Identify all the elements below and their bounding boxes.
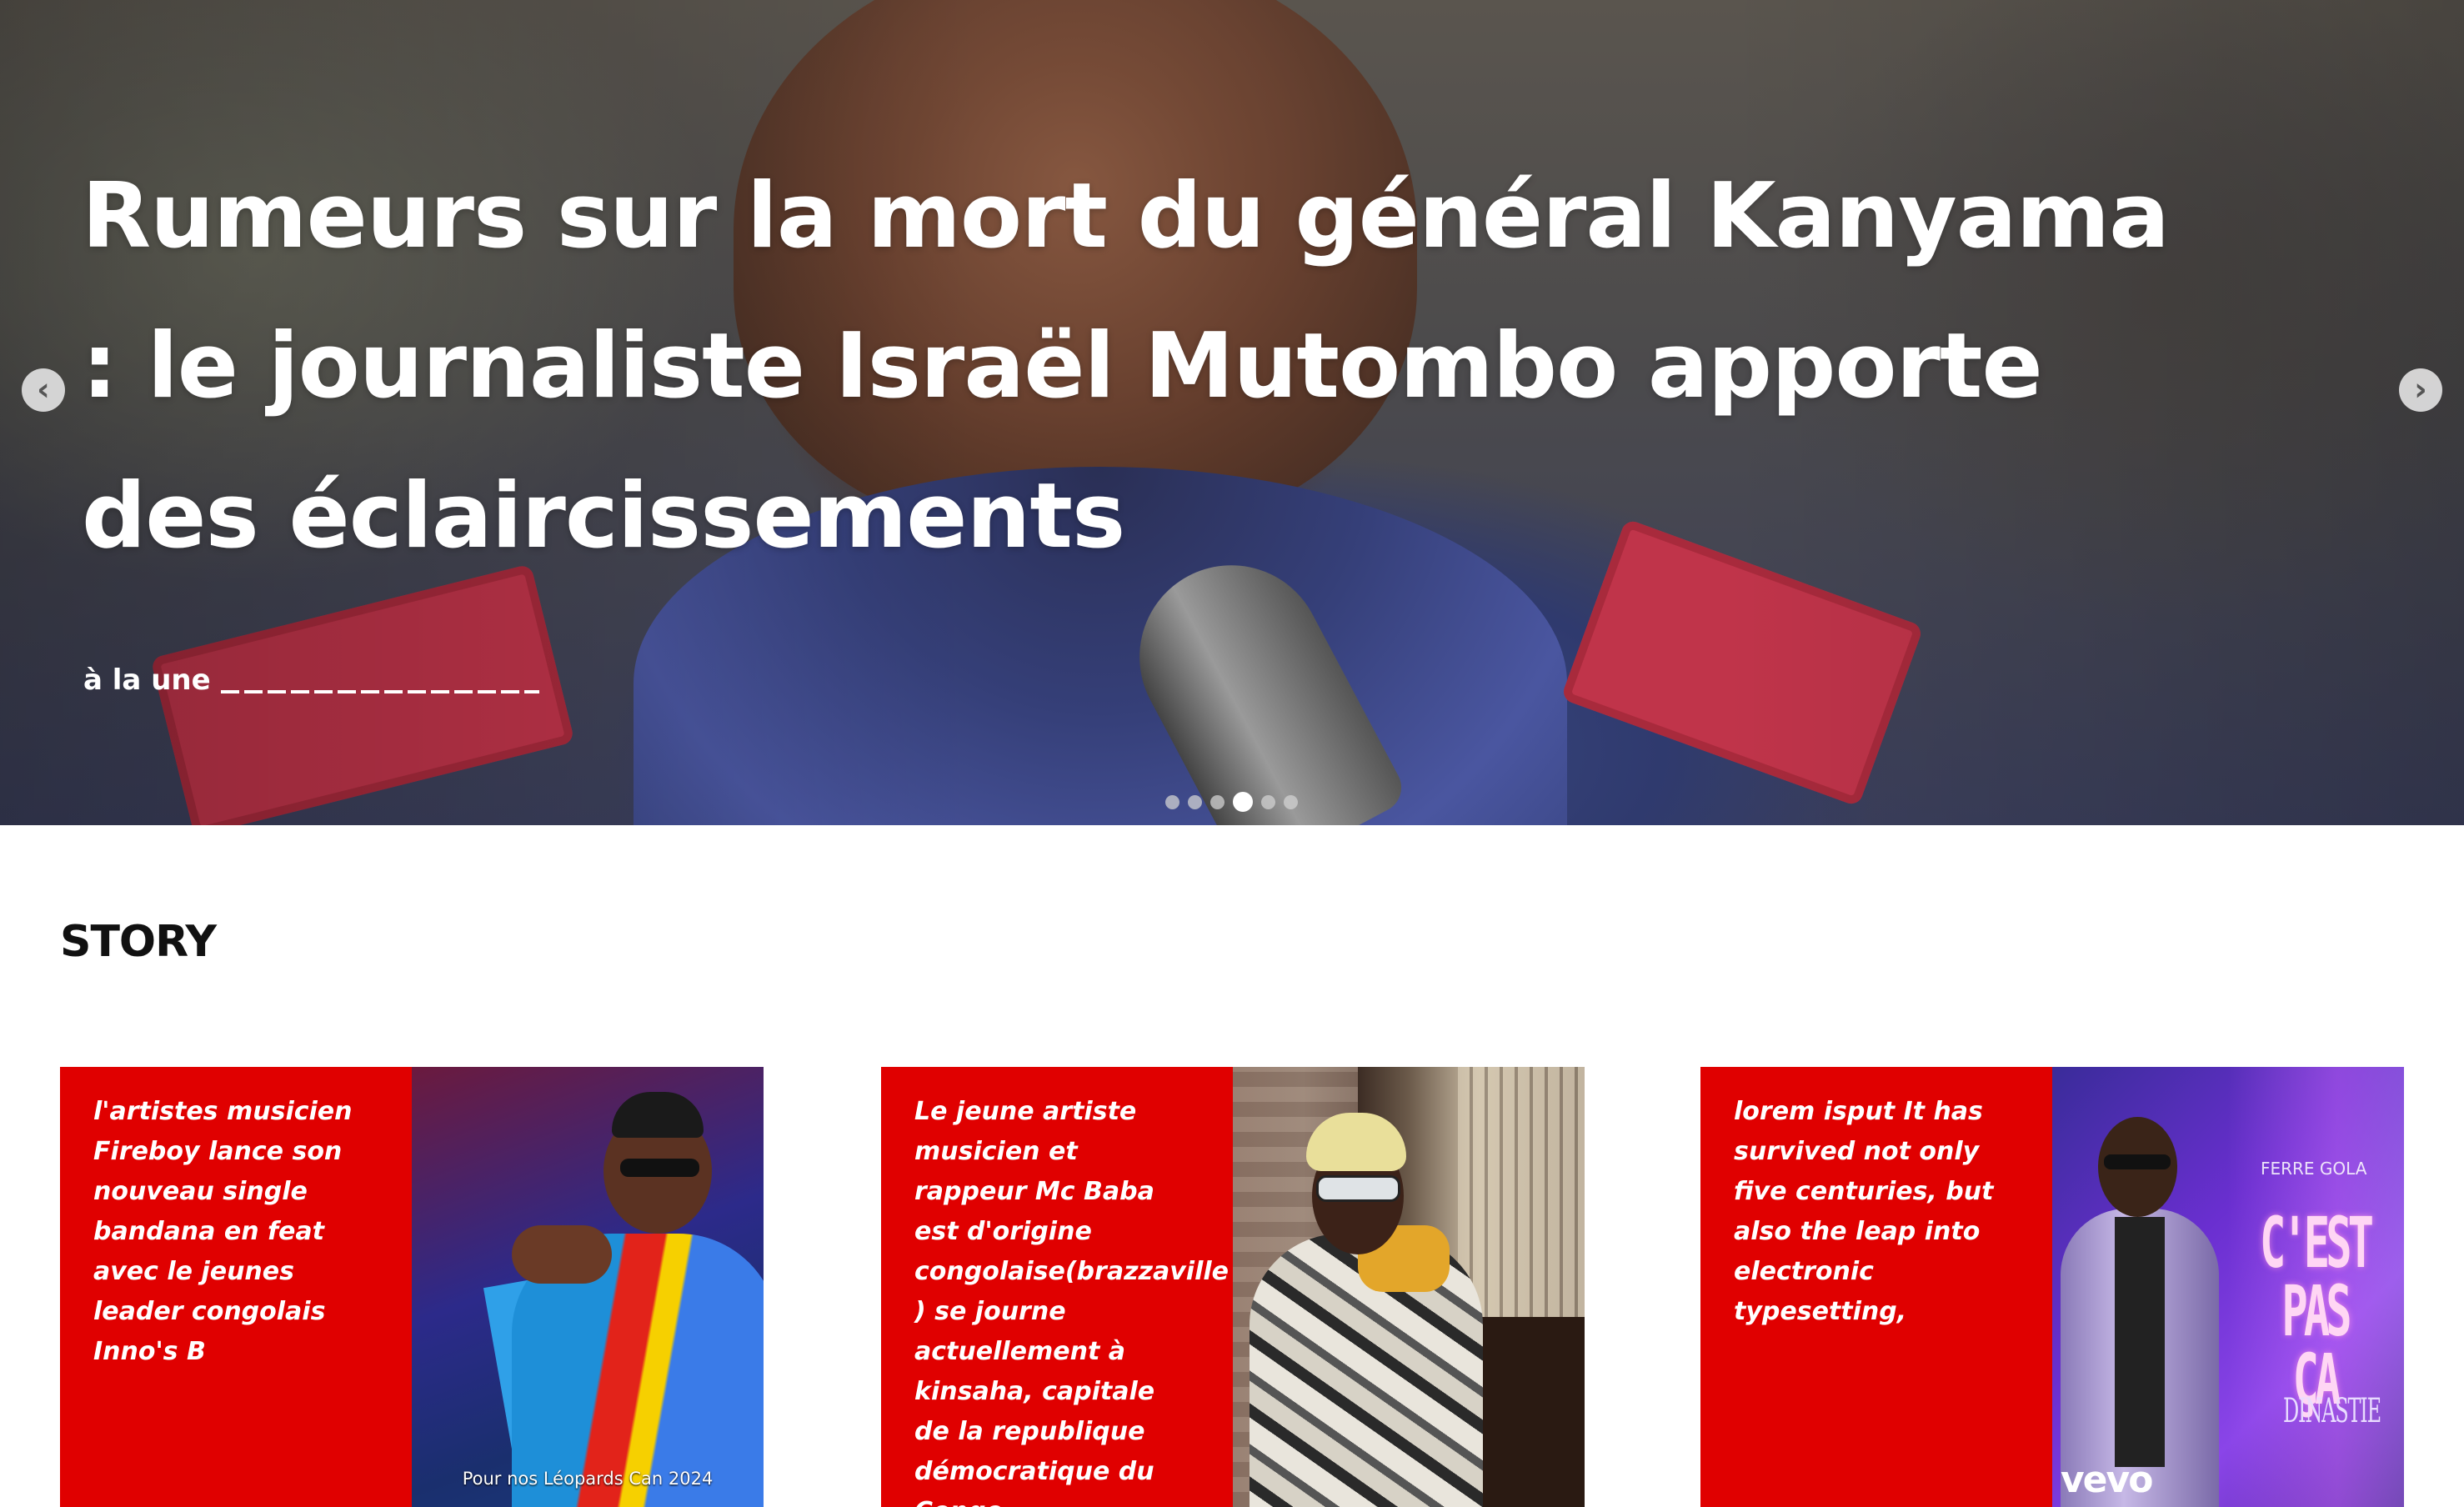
story-card-1[interactable]: l'artistes musicien Fireboy lance son no… (60, 1067, 764, 1507)
hero-category-label[interactable]: à la une (83, 663, 211, 697)
hero-category-underline (220, 689, 539, 693)
thumb-hands (512, 1225, 612, 1284)
thumb-album-subtitle: DINASTIE (2283, 1392, 2381, 1430)
story-card-thumbnail[interactable] (1233, 1067, 1585, 1507)
thumb-sunglasses (1316, 1175, 1400, 1202)
carousel-next-button[interactable]: › (2399, 368, 2442, 412)
carousel-indicators (1165, 792, 1298, 812)
carousel-dot-3[interactable] (1210, 794, 1224, 809)
thumb-shirt (2115, 1217, 2165, 1467)
thumb-sunglasses (620, 1159, 699, 1177)
thumb-person-hair (612, 1092, 704, 1138)
story-card-text[interactable]: l'artistes musicien Fireboy lance son no… (93, 1092, 377, 1372)
story-card-2[interactable]: Le jeune artiste musicien et rappeur Mc … (881, 1067, 1585, 1507)
carousel-dot-5[interactable] (1261, 794, 1275, 809)
carousel-dot-2[interactable] (1188, 794, 1202, 809)
hero-category[interactable]: à la une (83, 663, 539, 697)
thumb-artist-name: FERRE GOLA (2261, 1159, 2367, 1179)
carousel-dot-4[interactable] (1233, 792, 1253, 812)
thumb-album-title: C'EST PAS ÇA (2260, 1202, 2374, 1420)
carousel-prev-button[interactable]: ‹ (22, 368, 65, 412)
hero-carousel: Rumeurs sur la mort du général Kanyama :… (0, 0, 2464, 825)
chevron-left-icon: ‹ (37, 371, 50, 408)
story-card-text[interactable]: Le jeune artiste musicien et rappeur Mc … (914, 1092, 1229, 1507)
story-card-text[interactable]: lorem isput It has survived not only fiv… (1734, 1092, 2017, 1332)
hero-headline-link[interactable]: Rumeurs sur la mort du général Kanyama :… (82, 142, 2199, 592)
thumb-sunglasses (2104, 1154, 2171, 1169)
story-card-thumbnail[interactable]: Pour nos Léopards Can 2024 (412, 1067, 764, 1507)
chevron-right-icon: › (2414, 371, 2427, 408)
story-card-3[interactable]: lorem isput It has survived not only fiv… (1700, 1067, 2404, 1507)
carousel-dot-6[interactable] (1284, 794, 1298, 809)
carousel-dot-1[interactable] (1165, 794, 1179, 809)
vevo-logo: vevo (2061, 1459, 2153, 1501)
section-title-story: STORY (60, 917, 217, 967)
story-card-thumbnail[interactable]: FERRE GOLA C'EST PAS ÇA DINASTIE vevo (2052, 1067, 2404, 1507)
thumb-caption: Pour nos Léopards Can 2024 (462, 1469, 714, 1489)
